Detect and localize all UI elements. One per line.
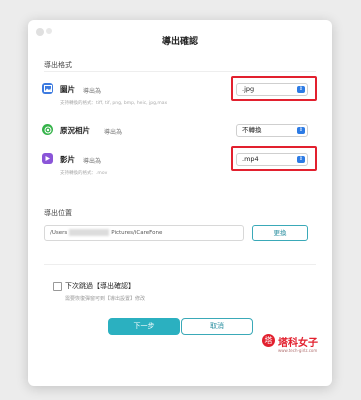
image-supported-formats: 支持轉換的格式：tiff, tif, png, bmp, heic, jpg,m… <box>60 101 168 106</box>
watermark-logo-icon: 塔 <box>262 334 275 347</box>
video-icon <box>42 153 53 164</box>
live-photo-icon <box>42 124 53 135</box>
image-export-as-label: 導出為 <box>83 88 102 95</box>
video-supported-formats: 支持轉換的格式：.mov <box>60 171 108 176</box>
watermark-url: www.tech-girlz.com <box>278 348 318 353</box>
skip-confirm-label: 下次跳過【導出確認】 <box>65 282 135 290</box>
image-type-label: 圖片 <box>60 85 75 94</box>
live-photo-export-as-label: 導出為 <box>104 129 123 136</box>
dialog-title: 導出確認 <box>161 37 198 47</box>
live-photo-format-select[interactable]: 不轉換 ⇕ <box>236 124 308 137</box>
path-prefix: /Users <box>50 230 68 236</box>
redacted-username <box>69 229 110 236</box>
image-format-highlight <box>231 76 317 101</box>
watermark-text: 塔科女子 <box>278 338 318 349</box>
export-path-field[interactable]: /Users Pictures/iCareFone <box>44 225 244 241</box>
path-suffix: Pictures/iCareFone <box>111 230 163 236</box>
live-photo-type-label: 原況相片 <box>60 126 90 135</box>
video-type-label: 影片 <box>60 155 75 164</box>
watermark: 塔 塔科女子 www.tech-girlz.com <box>262 332 332 362</box>
video-format-highlight <box>231 146 317 171</box>
section-divider <box>44 71 316 72</box>
export-location-label: 導出位置 <box>44 209 72 217</box>
next-button[interactable]: 下一步 <box>108 318 180 335</box>
image-icon <box>42 83 53 94</box>
section-divider <box>44 264 316 265</box>
skip-confirm-checkbox[interactable] <box>53 282 62 291</box>
video-export-as-label: 導出為 <box>83 158 102 165</box>
cancel-button[interactable]: 取消 <box>181 318 253 335</box>
change-location-button[interactable]: 更換 <box>252 225 308 241</box>
live-photo-format-value: 不轉換 <box>242 126 262 134</box>
export-format-label: 導出格式 <box>44 61 72 69</box>
chevron-updown-icon: ⇕ <box>297 127 305 134</box>
skip-confirm-hint: 需要恢復彈窗可到【導出設置】修改 <box>65 296 146 302</box>
